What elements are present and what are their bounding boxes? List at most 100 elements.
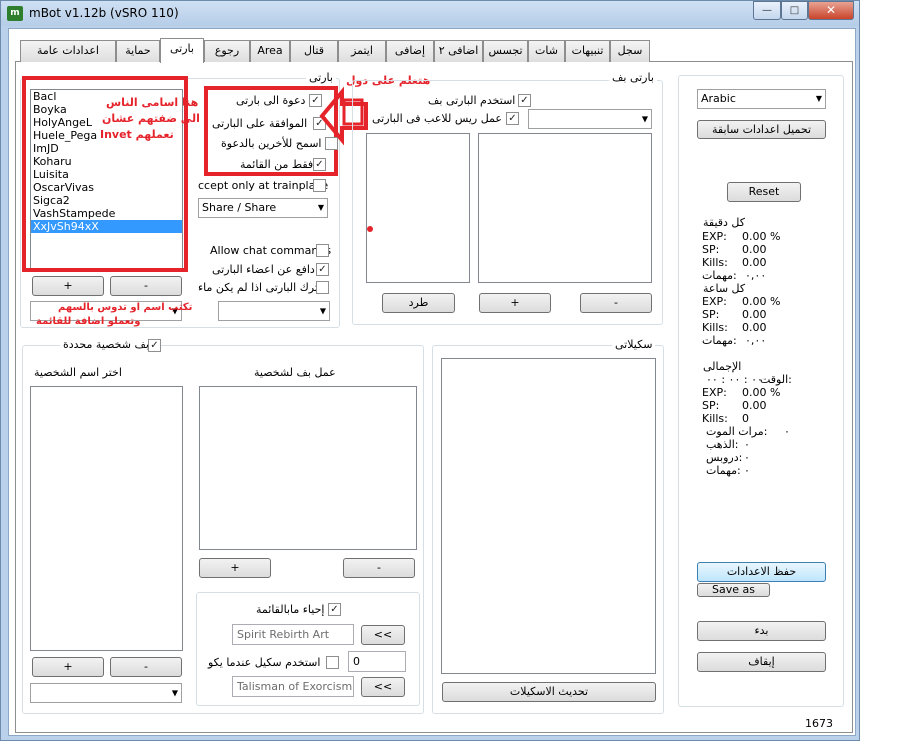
use-party-buff-checkbox[interactable]: ✓ xyxy=(518,94,531,107)
party-buff-left-list[interactable] xyxy=(366,133,470,283)
per-hour-exp-label: EXP: xyxy=(702,295,727,308)
annotation-type-2: وتعملو اضافة للقائمة xyxy=(36,316,141,327)
leave-combo[interactable]: ▼ xyxy=(218,301,330,321)
total-time-value: ٠٠ : ٠٠ : ٠٠ xyxy=(706,373,763,386)
load-settings-button[interactable]: تحميل اعدادات سابقة xyxy=(697,120,826,139)
party-buff-remove-button[interactable]: - xyxy=(580,293,652,313)
party-add-button[interactable]: + xyxy=(32,276,104,296)
tab-spy[interactable]: تجسس xyxy=(483,40,528,62)
maximize-button[interactable]: □ xyxy=(781,1,808,20)
minimize-button[interactable]: — xyxy=(753,1,781,20)
per-hour-tasks-value: ٠,٠٠ xyxy=(745,334,767,347)
start-button[interactable]: بدء xyxy=(697,621,826,641)
trainplace-checkbox[interactable] xyxy=(313,179,326,192)
title-bar[interactable]: m mBot v1.12b (vSRO 110) xyxy=(1,1,859,26)
total-exp-value: 0.00 % xyxy=(742,386,781,399)
talisman-pick-button[interactable]: << xyxy=(361,677,405,697)
per-minute-sp-label: SP: xyxy=(702,243,720,256)
tab-items[interactable]: ايتمز xyxy=(338,40,386,62)
chevron-down-icon: ▼ xyxy=(815,94,822,103)
tab-general-settings[interactable]: اعدادات عامة xyxy=(20,40,116,62)
char-buff-remove-button[interactable]: - xyxy=(343,558,415,578)
tab-protection[interactable]: حماية xyxy=(116,40,160,62)
per-hour-kills-label: Kills: xyxy=(702,321,728,334)
tab-extra[interactable]: إضافى xyxy=(386,40,434,62)
revive-skill-pick-button[interactable]: << xyxy=(361,625,405,645)
party-remove-button[interactable]: - xyxy=(110,276,182,296)
total-deaths-value: ٠ xyxy=(784,425,790,438)
char-buff-group-label: بف شخصية محددة xyxy=(60,338,152,351)
party-buff-right-list[interactable] xyxy=(478,133,652,283)
tab-chat[interactable]: شات xyxy=(528,40,565,62)
char-add-button[interactable]: + xyxy=(32,657,104,677)
res-player-label: عمل ريس للاعب فى البارتى xyxy=(372,112,502,125)
revive-skill-field[interactable]: Spirit Rebirth Art xyxy=(232,624,354,645)
leave-label: اترك البارتى اذا لم يكن ماء xyxy=(198,281,321,294)
defend-checkbox[interactable]: ✓ xyxy=(316,263,329,276)
language-combo[interactable]: Arabic ▼ xyxy=(697,89,826,109)
annotation-line-2: الى ضفتهم عشان xyxy=(102,112,200,125)
choose-char-label: اختر اسم الشخصية xyxy=(34,366,122,379)
chevron-down-icon: ▼ xyxy=(317,203,324,212)
skills-list[interactable] xyxy=(441,358,656,674)
app-icon: m xyxy=(7,6,23,21)
use-skill-value-field[interactable]: 0 xyxy=(348,651,406,672)
language-value: Arabic xyxy=(701,92,736,105)
tab-extra-2[interactable]: اضافى ٢ xyxy=(434,40,483,62)
char-names-list[interactable] xyxy=(30,386,183,651)
share-combo[interactable]: Share / Share ▼ xyxy=(198,198,328,218)
per-hour-sp-value: 0.00 xyxy=(742,308,767,321)
use-skill-checkbox[interactable] xyxy=(326,656,339,669)
per-hour-exp-value: 0.00 % xyxy=(742,295,781,308)
trainplace-label: ccept only at trainplace xyxy=(198,179,329,192)
tab-log[interactable]: سجل xyxy=(610,40,650,62)
leave-checkbox[interactable] xyxy=(316,281,329,294)
total-tasks-label: مهمات: xyxy=(706,464,741,477)
use-skill-label: استخدم سكيل عندما يكو xyxy=(208,656,321,669)
per-minute-exp-label: EXP: xyxy=(702,230,727,243)
res-player-checkbox[interactable]: ✓ xyxy=(506,112,519,125)
per-hour-kills-value: 0.00 xyxy=(742,321,767,334)
invite-label: دعوة الى بارتى xyxy=(236,94,306,107)
char-buff-checkbox[interactable]: ✓ xyxy=(148,339,161,352)
update-skills-button[interactable]: تحديث الاسكيلات xyxy=(442,682,656,702)
per-minute-kills-label: Kills: xyxy=(702,256,728,269)
char-remove-button[interactable]: - xyxy=(110,657,182,677)
kick-button[interactable]: طرد xyxy=(382,293,455,313)
tab-area[interactable]: Area xyxy=(250,40,290,62)
allow-chat-checkbox[interactable] xyxy=(316,244,329,257)
per-hour-title: كل ساعة xyxy=(703,282,746,295)
total-tasks-value: ٠ xyxy=(744,464,750,477)
party-buff-combo[interactable]: ▼ xyxy=(528,109,652,129)
char-buff-add-button[interactable]: + xyxy=(199,558,271,578)
window-title: mBot v1.12b (vSRO 110) xyxy=(29,6,179,20)
close-button[interactable]: ✕ xyxy=(808,1,854,20)
annotation-dot-icon xyxy=(367,226,373,232)
char-buff-list[interactable] xyxy=(199,386,417,550)
tab-attack[interactable]: قتال xyxy=(290,40,338,62)
party-buff-add-button[interactable]: + xyxy=(479,293,551,313)
reset-button[interactable]: Reset xyxy=(727,182,801,202)
status-counter: 1673 xyxy=(805,717,833,730)
revive-label: إحياء مابالقائمة xyxy=(256,603,325,616)
tab-party[interactable]: بارتى xyxy=(160,38,204,63)
party-buff-group-label: بارتى بف xyxy=(609,71,657,84)
talisman-field[interactable]: Talisman of Exorcism xyxy=(232,676,354,697)
total-sp-value: 0.00 xyxy=(742,399,767,412)
save-settings-button[interactable]: حفظ الاعدادات xyxy=(697,562,826,582)
per-minute-kills-value: 0.00 xyxy=(742,256,767,269)
char-name-combo[interactable]: ▼ xyxy=(30,683,182,703)
save-as-button[interactable]: Save as xyxy=(697,583,770,597)
stop-button[interactable]: إيقاف xyxy=(697,652,826,672)
only-list-label: فقط من القائمة xyxy=(240,158,314,171)
total-time-label: الوقت: xyxy=(760,373,792,386)
annotation-line-1: هنا اسامى الناس xyxy=(106,96,199,109)
revive-checkbox[interactable]: ✓ xyxy=(328,603,341,616)
tab-strip: سجل تنبيهات شات تجسس اضافى ٢ إضافى ايتمز… xyxy=(20,38,650,63)
allow-others-label: اسمح للأخرين بالدعوة xyxy=(221,137,322,150)
per-minute-exp-value: 0.00 % xyxy=(742,230,781,243)
make-buff-label: عمل بف لشخصية xyxy=(254,366,336,379)
tab-alerts[interactable]: تنبيهات xyxy=(565,40,610,62)
tab-return[interactable]: رجوع xyxy=(204,40,250,62)
accept-label: الموافقة على البارتى xyxy=(212,117,308,130)
